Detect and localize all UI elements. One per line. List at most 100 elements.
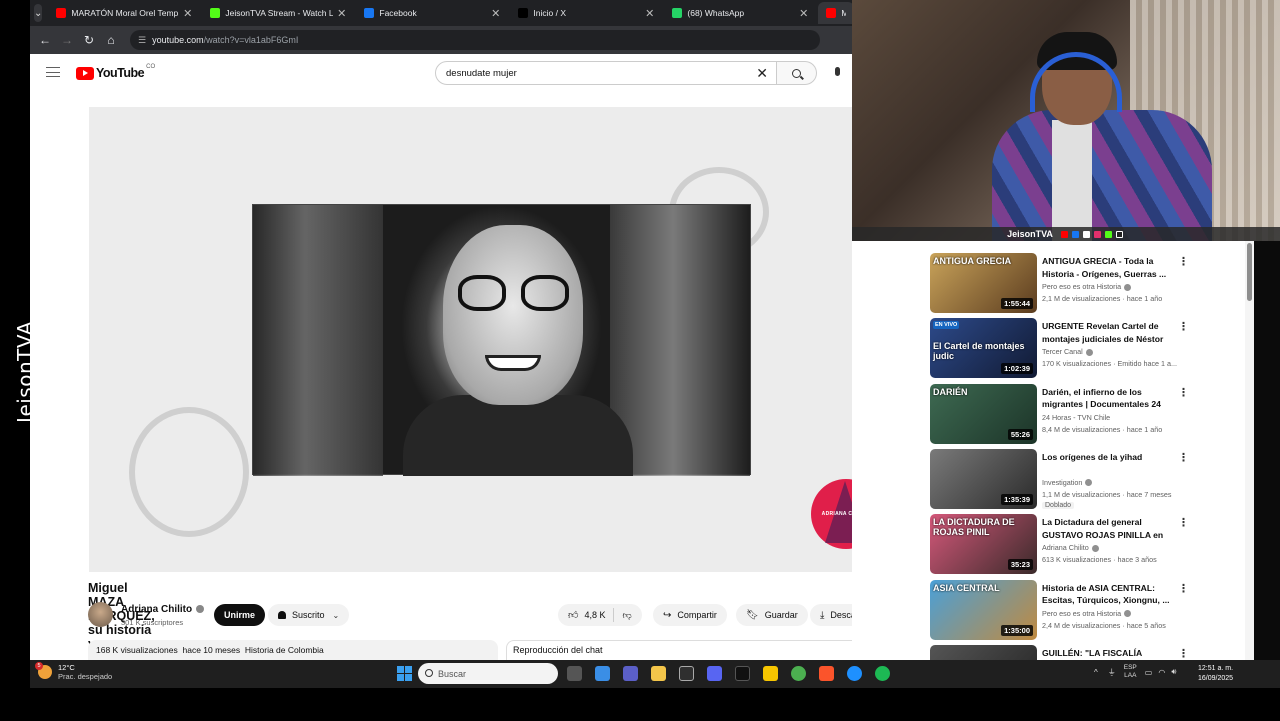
tab-close-icon[interactable]: ✕: [183, 7, 192, 20]
recommendation-item[interactable]: GUILLÉN: "LA FISCALÍA ⋮: [930, 644, 1250, 660]
menu-icon[interactable]: [46, 67, 60, 77]
tab-close-icon[interactable]: ✕: [337, 7, 346, 20]
video-thumbnail[interactable]: DARIÉN 55:26: [930, 383, 1037, 444]
task-view-icon[interactable]: [567, 666, 582, 681]
browser-tab[interactable]: Migu: [818, 2, 855, 24]
taskbar-clock[interactable]: 12:51 a. m. 16/09/2025: [1198, 664, 1233, 684]
thumbnail-caption: ASIA CENTRAL: [933, 582, 1000, 593]
brave-icon[interactable]: [819, 666, 834, 681]
recommendation-channel[interactable]: Adriana Chilito: [1042, 543, 1099, 552]
monitor-icon[interactable]: ▭: [1145, 668, 1153, 677]
copilot-icon[interactable]: [595, 666, 610, 681]
address-bar[interactable]: ☰ youtube.com/watch?v=vla1abF6GmI: [130, 30, 820, 50]
reload-icon[interactable]: ↻: [78, 33, 100, 47]
forward-icon[interactable]: →: [56, 33, 78, 47]
video-thumbnail[interactable]: [930, 644, 1037, 660]
search-input[interactable]: desnudate mujer ✕: [435, 61, 777, 85]
show-hidden-icons-icon[interactable]: ^: [1094, 668, 1098, 677]
taskbar-search-placeholder: Buscar: [438, 668, 467, 679]
taskbar-search-input[interactable]: Buscar: [418, 663, 558, 684]
search-button[interactable]: [777, 61, 817, 85]
tab-close-icon[interactable]: ✕: [799, 7, 808, 20]
recommendation-channel[interactable]: Investigation: [1042, 478, 1093, 487]
tab-search-button[interactable]: ⌄: [34, 4, 43, 22]
browser-tab[interactable]: MARATÓN Moral Orel Temp. 2 ✕: [48, 2, 200, 24]
recommendation-item[interactable]: El Cartel de montajes judic EN VIVO 1:02:3…: [930, 318, 1250, 380]
recommendation-item[interactable]: DARIÉN 55:26 Darién, el infierno de los mi…: [930, 383, 1250, 446]
back-icon[interactable]: ←: [34, 33, 56, 47]
more-options-icon[interactable]: ⋮: [1178, 386, 1189, 399]
tab-close-icon[interactable]: ✕: [645, 7, 654, 20]
channel-avatar[interactable]: [88, 602, 113, 627]
microphone-icon[interactable]: [835, 67, 840, 76]
recommendation-title[interactable]: Los orígenes de la yihad: [1042, 451, 1170, 464]
youtube-play-icon: [76, 66, 94, 80]
more-options-icon[interactable]: ⋮: [1178, 647, 1189, 660]
video-thumbnail[interactable]: El Cartel de montajes judic EN VIVO 1:02:3…: [930, 318, 1037, 379]
more-options-icon[interactable]: ⋮: [1178, 320, 1189, 333]
video-thumbnail[interactable]: LA DICTADURA DE ROJAS PINIL 35:23: [930, 514, 1037, 575]
weather-widget[interactable]: 5 12°C Prac. despejado: [35, 662, 112, 681]
recommendation-title[interactable]: ANTIGUA GRECIA - Toda la Historia - Oríg…: [1042, 255, 1170, 280]
save-button[interactable]: 🔖︎ Guardar: [736, 604, 808, 626]
chrome-icon[interactable]: [791, 666, 806, 681]
like-icon[interactable]: 👍︎: [568, 609, 578, 621]
youtube-logo[interactable]: YouTube CO: [76, 64, 155, 80]
share-button[interactable]: ↪ Compartir: [653, 604, 727, 626]
more-options-icon[interactable]: ⋮: [1178, 255, 1189, 268]
recommendations-scrollbar[interactable]: [1245, 241, 1254, 660]
more-options-icon[interactable]: ⋮: [1178, 516, 1189, 529]
edge-icon[interactable]: [847, 666, 862, 681]
discord-icon[interactable]: [707, 666, 722, 681]
site-info-icon[interactable]: ☰: [138, 35, 146, 46]
dislike-icon[interactable]: 👎︎: [622, 610, 631, 621]
bottom-border: [0, 688, 1280, 720]
channel-name[interactable]: Adriana Chilito: [121, 604, 205, 615]
wifi-icon[interactable]: ◠: [1158, 668, 1165, 677]
scrollbar-thumb[interactable]: [1247, 243, 1252, 301]
recommendation-title[interactable]: GUILLÉN: "LA FISCALÍA: [1042, 647, 1170, 660]
recommendation-item[interactable]: ASIA CENTRAL 1:35:00 Historia de ASIA CENT…: [930, 579, 1250, 642]
like-count[interactable]: 4,8 K: [584, 610, 605, 620]
clear-search-icon[interactable]: ✕: [756, 65, 768, 82]
file-explorer-icon[interactable]: [651, 666, 666, 681]
input-language[interactable]: ESP LAA: [1124, 664, 1137, 680]
more-options-icon[interactable]: ⋮: [1178, 451, 1189, 464]
recommendation-item[interactable]: LA DICTADURA DE ROJAS PINIL 35:23 La Dicta…: [930, 514, 1250, 576]
recommendation-title[interactable]: Historia de ASIA CENTRAL: Escitas, Túrqu…: [1042, 582, 1170, 607]
browser-tab[interactable]: Inicio / X ✕: [510, 2, 662, 24]
video-thumbnail[interactable]: 1:35:39: [930, 448, 1037, 509]
recommendation-channel[interactable]: Pero eso es otra Historia: [1042, 282, 1132, 291]
subscribed-button[interactable]: Suscrito ⌄: [268, 604, 350, 626]
recommendation-item[interactable]: ANTIGUA GRECIA 1:55:44 ANTIGUA GRECIA - To…: [930, 253, 1250, 315]
browser-tab[interactable]: JeisonTVA Stream - Watch Live ✕: [202, 2, 354, 24]
video-hashtag[interactable]: Historia de Colombia: [245, 645, 324, 655]
video-thumbnail[interactable]: ANTIGUA GRECIA 1:55:44: [930, 253, 1037, 313]
recommendation-channel[interactable]: Tercer Canal: [1042, 347, 1093, 356]
recommendation-title[interactable]: URGENTE Revelan Cartel de montajes judic…: [1042, 320, 1170, 346]
teams-icon[interactable]: [623, 666, 638, 681]
browser-tab[interactable]: Facebook ✕: [356, 2, 508, 24]
recommendation-title[interactable]: Darién, el infierno de los migrantes | D…: [1042, 386, 1170, 411]
more-options-icon[interactable]: ⋮: [1178, 582, 1189, 595]
home-icon[interactable]: ⌂: [100, 33, 122, 47]
recommendation-channel[interactable]: 24 Horas - TVN Chile: [1042, 413, 1110, 422]
volume-icon[interactable]: 🔊︎: [1171, 667, 1176, 677]
recommendation-title[interactable]: La Dictadura del general GUSTAVO ROJAS P…: [1042, 516, 1170, 542]
browser-tab[interactable]: (68) WhatsApp ✕: [664, 2, 816, 24]
video-thumbnail[interactable]: ASIA CENTRAL 1:35:00: [930, 579, 1037, 640]
tab-close-icon[interactable]: ✕: [491, 7, 500, 20]
network-activity-icon[interactable]: ⏚: [1108, 667, 1116, 678]
description-box[interactable]: 168 K visualizaciones hace 10 meses Hist…: [88, 640, 498, 660]
spotify-icon[interactable]: [875, 666, 890, 681]
tab-favicon-icon: [364, 8, 375, 18]
recommendation-channel[interactable]: Pero eso es otra Historia: [1042, 609, 1132, 618]
recommendation-item[interactable]: 1:35:39 Los orígenes de la yihad Investiga…: [930, 448, 1250, 511]
join-button[interactable]: Unirme: [214, 604, 266, 626]
windows-start-icon[interactable]: [397, 666, 412, 681]
tiktok-icon[interactable]: [735, 666, 750, 681]
app-icon[interactable]: [763, 666, 778, 681]
obs-icon[interactable]: [679, 666, 694, 681]
video-player[interactable]: ADRIANA CHILITO: [89, 107, 915, 572]
browser-toolbar: ← → ↻ ⌂ ☰ youtube.com/watch?v=vla1abF6Gm…: [30, 26, 852, 54]
